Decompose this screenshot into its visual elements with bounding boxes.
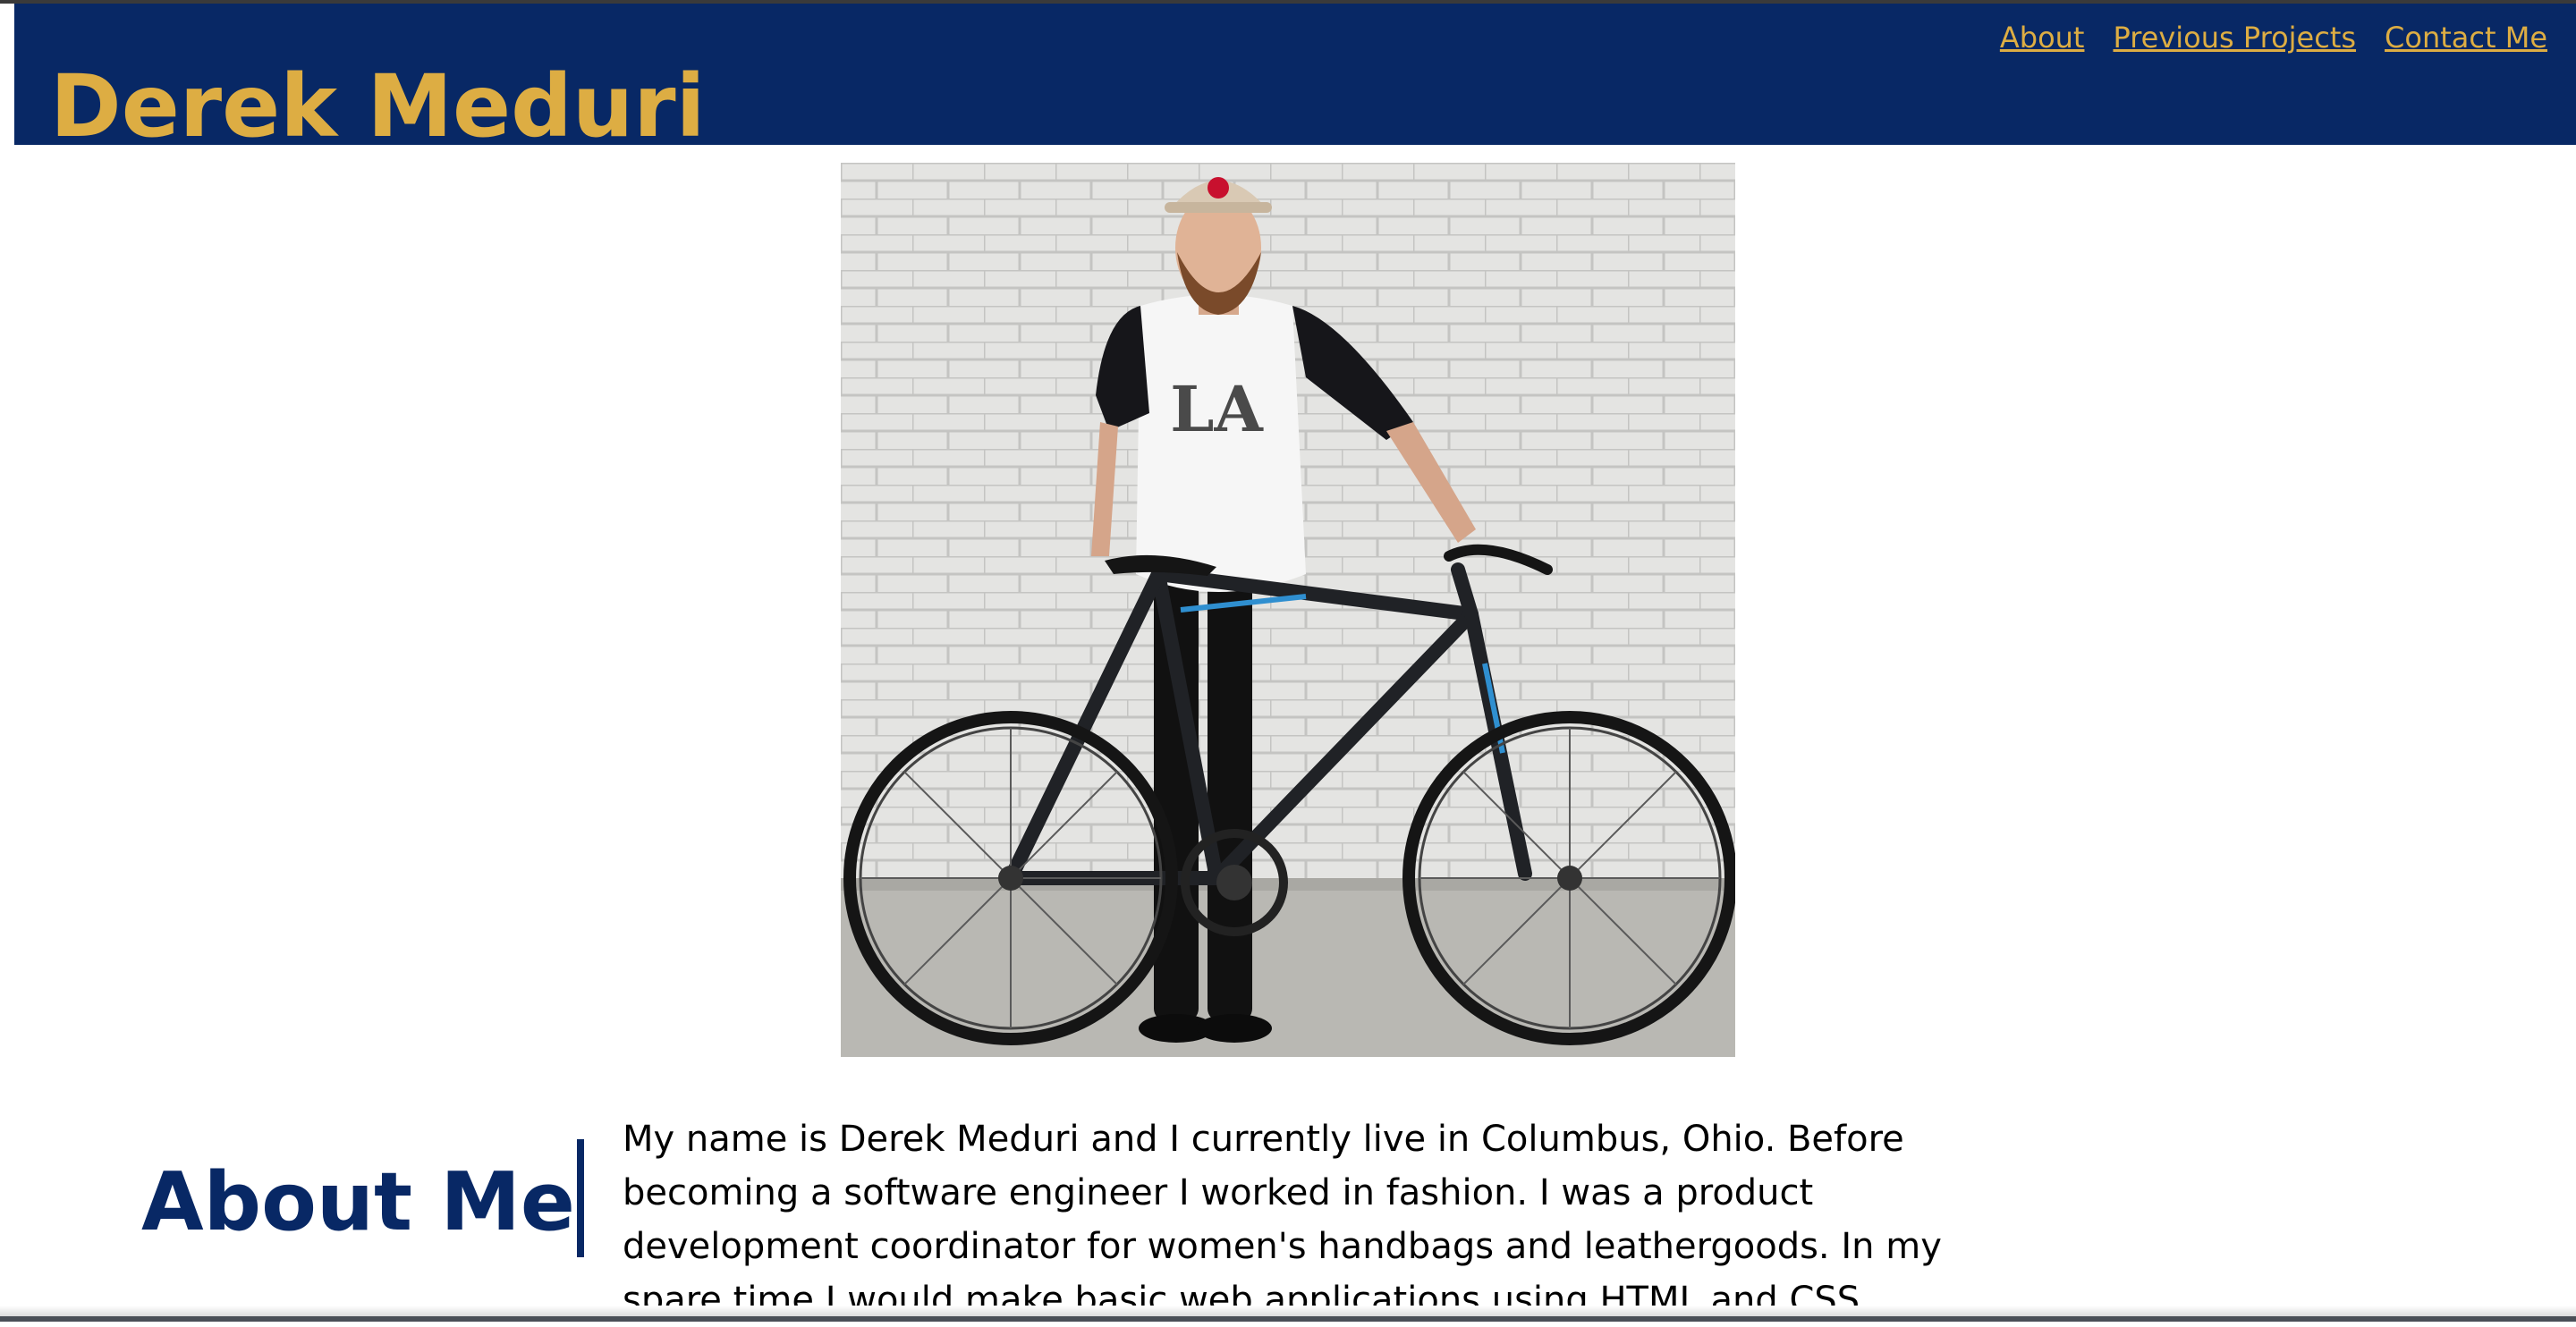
site-header: Derek Meduri About Previous Projects Con… bbox=[14, 4, 2576, 156]
window-bottom-edge bbox=[0, 1316, 2576, 1322]
main-nav: About Previous Projects Contact Me bbox=[2000, 18, 2547, 57]
nav-link-previous-projects[interactable]: Previous Projects bbox=[2113, 18, 2356, 57]
about-paragraph: My name is Derek Meduri and I currently … bbox=[623, 1119, 1942, 1321]
about-heading: About Me bbox=[141, 1155, 575, 1249]
nav-link-contact[interactable]: Contact Me bbox=[2385, 18, 2547, 57]
svg-text:LA: LA bbox=[1170, 372, 1264, 446]
about-divider bbox=[577, 1139, 584, 1257]
profile-photo: LA bbox=[841, 163, 1735, 1057]
nav-link-about[interactable]: About bbox=[2000, 18, 2085, 57]
site-title: Derek Meduri bbox=[50, 56, 706, 156]
